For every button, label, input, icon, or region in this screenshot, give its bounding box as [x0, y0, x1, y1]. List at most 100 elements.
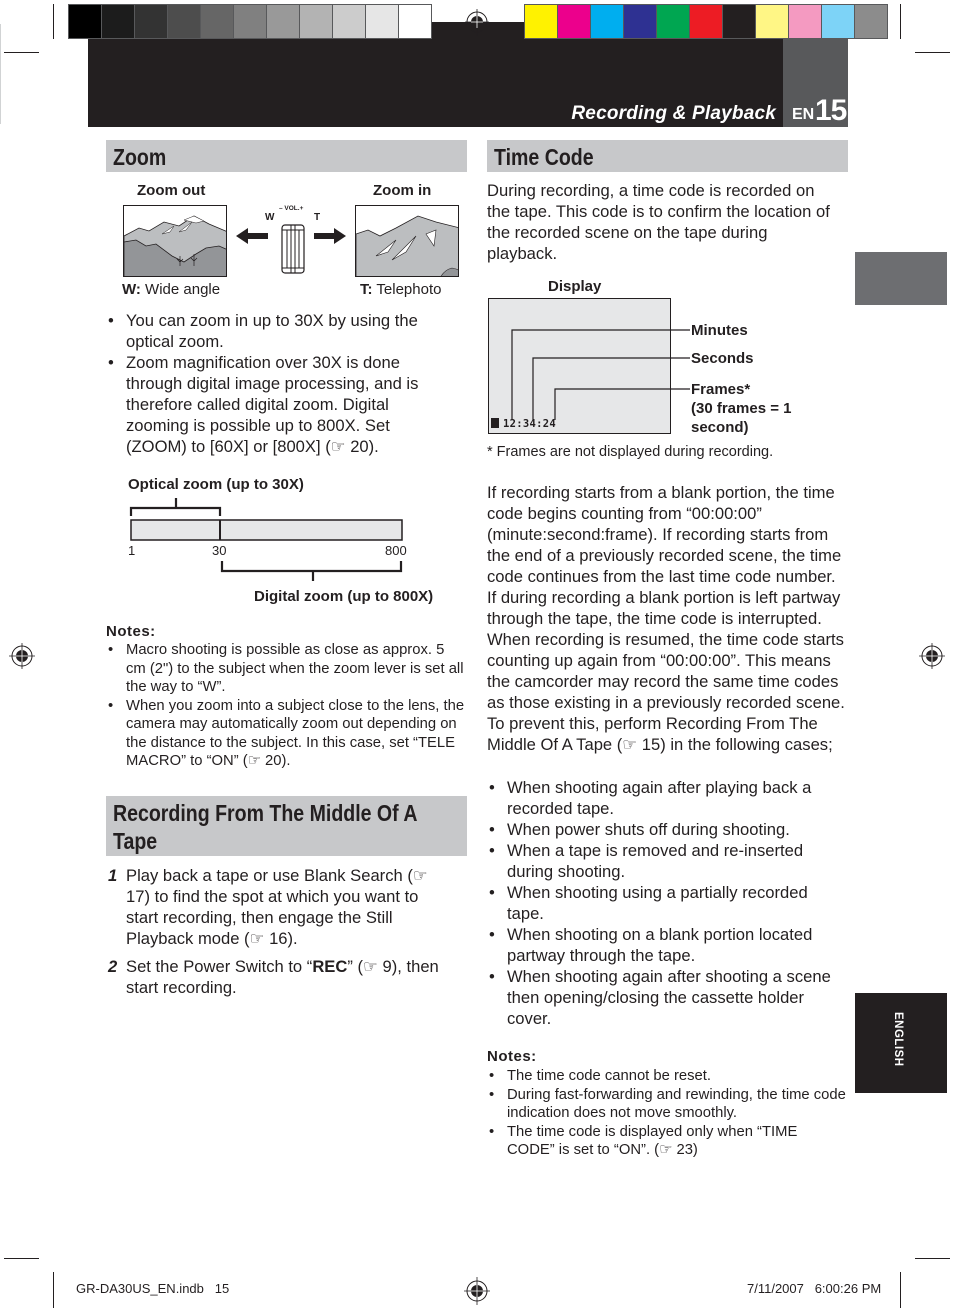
gray-swatch-5: [234, 5, 266, 38]
list-item: The time code is displayed only when “TI…: [487, 1123, 849, 1160]
list-item: The time code cannot be reset.: [487, 1067, 849, 1086]
list-item: Zoom magnification over 30X is done thro…: [106, 352, 446, 457]
list-item: During fast-forwarding and rewinding, th…: [487, 1086, 849, 1123]
time-code-notes: The time code cannot be reset. During fa…: [487, 1067, 849, 1160]
telephoto-illustration: [355, 205, 459, 277]
frames-footnote: * Frames are not displayed during record…: [487, 444, 774, 460]
list-item: When shooting on a blank portion located…: [487, 924, 837, 966]
zoom-range-diagram: [129, 498, 403, 581]
registration-mark-icon: [919, 643, 945, 669]
crop-mark: [53, 1272, 54, 1308]
time-code-heading-text: Time Code: [494, 144, 594, 170]
lever-vol-label: – VOL.+: [279, 205, 304, 212]
registration-mark-icon: [465, 9, 489, 36]
list-item: When a tape is removed and re-inserted d…: [487, 840, 837, 882]
crop-mark: [915, 1258, 950, 1259]
list-item: When you zoom into a subject close to th…: [106, 697, 468, 771]
seconds-label: Seconds: [691, 350, 754, 367]
optical-zoom-label: Optical zoom (up to 30X): [128, 476, 304, 493]
gray-swatch-6: [267, 5, 299, 38]
zoom-notes-label: Notes:: [106, 623, 156, 640]
step-text: Play back a tape or use Blank Search (☞ …: [126, 866, 428, 948]
optical-bracket: [129, 498, 222, 516]
zoom-notes: Macro shooting is possible as close as a…: [106, 641, 468, 771]
color-swatch-8: [789, 5, 821, 38]
recording-middle-heading: Recording From The Middle Of A Tape: [106, 796, 467, 856]
grayscale-color-bar: [68, 4, 432, 39]
step-number: 2: [108, 957, 118, 976]
digital-zoom-label: Digital zoom (up to 800X): [254, 588, 434, 605]
page-number: 15: [815, 94, 847, 127]
footer-timestamp: 7/11/2007 6:00:26 PM: [747, 1281, 882, 1296]
color-swatch-5: [690, 5, 722, 38]
gray-swatch-9: [366, 5, 398, 38]
step-2: 2 Set the Power Switch to “REC” (☞ 9), t…: [106, 956, 466, 998]
list-item: When shooting using a partially recorded…: [487, 882, 837, 924]
time-code-body: If recording starts from a blank portion…: [487, 483, 845, 754]
crop-mark: [900, 1272, 901, 1308]
list-item: When shooting again after shooting a sce…: [487, 966, 837, 1029]
language-tab-label: ENGLISH: [892, 1012, 904, 1067]
tick-label-1: 1: [128, 543, 136, 558]
step-number: 1: [108, 866, 118, 885]
time-code-intro: During recording, a time code is recorde…: [487, 181, 830, 263]
gray-swatch-2: [135, 5, 167, 38]
crop-mark: [4, 52, 39, 53]
zoom-in-label: Zoom in: [373, 182, 432, 199]
step-text-pre: Set the Power Switch to “: [126, 957, 313, 976]
mountain-tele-icon: [356, 206, 458, 276]
timecode-value: 12:34:24: [503, 418, 556, 430]
tick-label-800: 800: [385, 543, 407, 558]
gray-swatch-3: [168, 5, 200, 38]
tape-icon: [491, 418, 499, 428]
process-color-bar: [524, 4, 888, 39]
digital-bracket: [220, 561, 403, 581]
side-tab-marker: [855, 252, 947, 305]
arrow-right-icon: [314, 228, 346, 244]
list-item: You can zoom in up to 30X by using the o…: [106, 310, 446, 352]
color-swatch-4: [657, 5, 689, 38]
frames-label: Frames*: [691, 381, 751, 398]
crop-mark: [53, 4, 54, 39]
telephoto-caption: T: Telephoto: [360, 281, 441, 298]
mountain-wide-icon: [124, 206, 226, 276]
color-swatch-6: [723, 5, 755, 38]
registration-mark-icon: [9, 643, 35, 669]
tele-caption-key: T:: [360, 281, 373, 298]
footer-file-name: GR-DA30US_EN.indb 15: [76, 1281, 230, 1296]
list-item: Macro shooting is possible as close as a…: [106, 641, 468, 697]
lever-w-label: W: [265, 212, 275, 223]
frames-note: (30 frames = 1 second): [691, 400, 792, 436]
timecode-leader-lines: [511, 329, 690, 420]
recording-middle-heading-text: Recording From The Middle Of A Tape: [113, 800, 417, 854]
minutes-label: Minutes: [691, 322, 748, 339]
lever-t-label: T: [314, 212, 321, 223]
gray-swatch-10: [399, 5, 431, 38]
header-section-title: Recording & Playback: [571, 103, 776, 124]
step-text-bold: REC: [312, 957, 348, 976]
color-swatch-9: [822, 5, 854, 38]
time-code-notes-label: Notes:: [487, 1048, 537, 1065]
crop-mark: [900, 4, 901, 39]
wide-caption-text: Wide angle: [140, 281, 221, 298]
zoom-bullets: You can zoom in up to 30X by using the o…: [106, 310, 446, 457]
wide-angle-caption: W: Wide angle: [122, 281, 220, 298]
list-item: When shooting again after playing back a…: [487, 777, 837, 819]
crop-mark: [4, 1258, 39, 1259]
time-code-heading: Time Code: [487, 140, 848, 172]
zoom-heading: Zoom: [106, 140, 467, 172]
wide-caption-key: W:: [122, 281, 141, 298]
gray-swatch-4: [201, 5, 233, 38]
crop-mark: [915, 52, 950, 53]
wide-angle-illustration: [123, 205, 227, 277]
tick-label-30: 30: [212, 543, 227, 558]
gray-swatch-7: [300, 5, 332, 38]
arrow-left-icon: [236, 228, 268, 244]
zoom-lever-icon: [281, 224, 305, 274]
color-swatch-3: [624, 5, 656, 38]
color-swatch-2: [591, 5, 623, 38]
color-swatch-1: [558, 5, 590, 38]
time-code-cases: When shooting again after playing back a…: [487, 777, 837, 1029]
tele-caption-text: Telephoto: [372, 281, 442, 298]
zoom-out-label: Zoom out: [137, 182, 206, 199]
